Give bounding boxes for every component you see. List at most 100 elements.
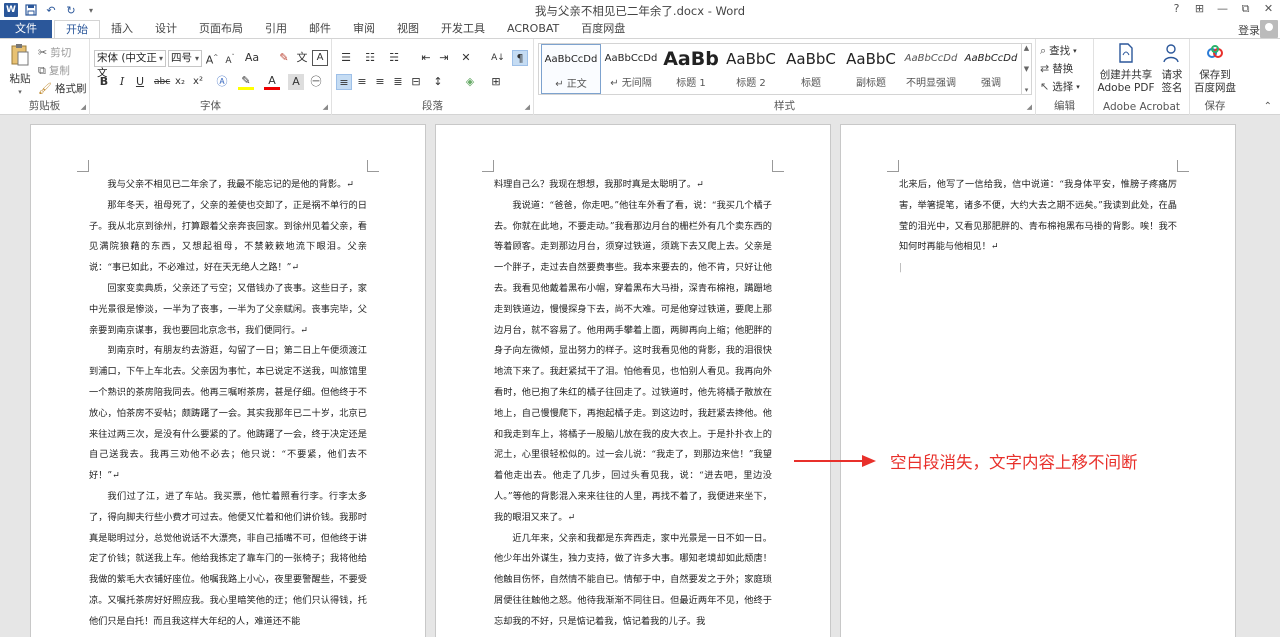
style-no-spacing[interactable]: AaBbCcDd ↵ 无间隔 bbox=[601, 44, 661, 94]
italic-icon[interactable]: I bbox=[114, 74, 130, 90]
chevron-down-icon[interactable]: ▼ bbox=[1024, 65, 1029, 73]
save-baidu-button[interactable]: 保存到 百度网盘 bbox=[1190, 43, 1240, 95]
show-marks-icon[interactable]: ¶ bbox=[512, 50, 528, 66]
align-left-icon[interactable]: ≡ bbox=[336, 74, 352, 90]
tab-developer[interactable]: 开发工具 bbox=[430, 20, 496, 38]
tab-design[interactable]: 设计 bbox=[144, 20, 188, 38]
line-spacing-icon[interactable]: ↕ bbox=[430, 74, 446, 90]
page-1-text[interactable]: 我与父亲不相见已二年余了，我最不能忘记的是他的背影。↵ 那年冬天，祖母死了，父亲… bbox=[89, 175, 367, 633]
tab-layout[interactable]: 页面布局 bbox=[188, 20, 254, 38]
tab-view[interactable]: 视图 bbox=[386, 20, 430, 38]
select-button[interactable]: ↖ 选择 ▾ bbox=[1040, 79, 1080, 94]
cut-button[interactable]: ✂ 剪切 bbox=[38, 45, 71, 60]
ribbon-display-icon[interactable]: ⊞ bbox=[1188, 0, 1211, 20]
highlight-icon[interactable]: ✎ bbox=[238, 74, 254, 90]
align-right-icon[interactable]: ≡ bbox=[372, 74, 388, 90]
paste-button[interactable]: 粘贴 ▾ bbox=[6, 43, 34, 99]
paragraph[interactable]: 我与父亲不相见已二年余了，我最不能忘记的是他的背影。↵ bbox=[89, 175, 367, 196]
paragraph-launcher-icon[interactable]: ◢ bbox=[525, 103, 530, 111]
tab-review[interactable]: 审阅 bbox=[342, 20, 386, 38]
shrink-font-icon[interactable]: Aˇ bbox=[222, 50, 238, 66]
tab-file[interactable]: 文件 bbox=[0, 20, 52, 38]
undo-icon[interactable]: ↶ bbox=[44, 3, 58, 17]
styles-launcher-icon[interactable]: ◢ bbox=[1027, 103, 1032, 111]
paragraph[interactable]: 回家变卖典质，父亲还了亏空；又借钱办了丧事。这些日子，家中光景很是惨淡，一半为了… bbox=[89, 279, 367, 341]
chinese-layout-icon[interactable]: ✕ bbox=[458, 50, 474, 66]
replace-button[interactable]: ⇄ 替换 bbox=[1040, 61, 1073, 76]
tab-acrobat[interactable]: ACROBAT bbox=[496, 20, 570, 38]
restore-button[interactable]: ⧉ bbox=[1234, 0, 1257, 20]
underline-icon[interactable]: U bbox=[132, 74, 148, 90]
char-shading-icon[interactable]: A bbox=[288, 74, 304, 90]
paragraph[interactable]: 料理自己么？我现在想想，我那时真是太聪明了。↵ bbox=[494, 175, 772, 196]
request-signature-button[interactable]: 请求 签名 bbox=[1156, 43, 1188, 95]
justify-icon[interactable]: ≣ bbox=[390, 74, 406, 90]
style-title[interactable]: AaBbC 标题 bbox=[781, 44, 841, 94]
borders-icon[interactable]: ⊞ bbox=[488, 74, 504, 90]
page-3[interactable]: 北来后，他写了一信给我，信中说道：“我身体平安，惟膀子疼痛厉害，举箸提笔，诸多不… bbox=[840, 124, 1236, 637]
copy-button[interactable]: ⧉ 复制 bbox=[38, 63, 70, 78]
font-name-select[interactable]: 宋体 (中文正文 bbox=[94, 50, 166, 79]
subscript-icon[interactable]: x₂ bbox=[172, 74, 188, 90]
font-launcher-icon[interactable]: ◢ bbox=[323, 103, 328, 111]
paragraph[interactable]: 近几年来，父亲和我都是东奔西走，家中光景是一日不如一日。他少年出外谋生，独力支持… bbox=[494, 529, 772, 633]
style-subtitle[interactable]: AaBbC 副标题 bbox=[841, 44, 901, 94]
page-2[interactable]: 料理自己么？我现在想想，我那时真是太聪明了。↵ 我说道：“爸爸，你走吧。”他往车… bbox=[435, 124, 831, 637]
tab-mailings[interactable]: 邮件 bbox=[298, 20, 342, 38]
save-icon[interactable] bbox=[24, 3, 38, 17]
tab-home[interactable]: 开始 bbox=[54, 20, 100, 38]
page-1[interactable]: 我与父亲不相见已二年余了，我最不能忘记的是他的背影。↵ 那年冬天，祖母死了，父亲… bbox=[30, 124, 426, 637]
style-subtle-emphasis[interactable]: AaBbCcDd 不明显强调 bbox=[901, 44, 961, 94]
align-center-icon[interactable]: ≡ bbox=[354, 74, 370, 90]
bold-icon[interactable]: B bbox=[96, 74, 112, 90]
page-3-text[interactable]: 北来后，他写了一信给我，信中说道：“我身体平安，惟膀子疼痛厉害，举箸提笔，诸多不… bbox=[899, 175, 1177, 279]
sort-icon[interactable]: A↓ bbox=[490, 50, 506, 66]
find-button[interactable]: ⌕ 查找 ▾ bbox=[1040, 43, 1077, 58]
superscript-icon[interactable]: x² bbox=[190, 74, 206, 90]
font-size-select[interactable]: 四号 bbox=[168, 50, 202, 67]
paragraph[interactable]: 我们过了江，进了车站。我买票，他忙着照看行李。行李太多了，得向脚夫行些小费才可过… bbox=[89, 487, 367, 633]
phonetic-guide-icon[interactable]: 文 bbox=[294, 50, 310, 66]
grow-font-icon[interactable]: A^ bbox=[204, 50, 220, 67]
tab-references[interactable]: 引用 bbox=[254, 20, 298, 38]
paragraph[interactable]: 北来后，他写了一信给我，信中说道：“我身体平安，惟膀子疼痛厉害，举箸提笔，诸多不… bbox=[899, 175, 1177, 258]
close-button[interactable]: ✕ bbox=[1257, 0, 1280, 20]
page-2-text[interactable]: 料理自己么？我现在想想，我那时真是太聪明了。↵ 我说道：“爸爸，你走吧。”他往车… bbox=[494, 175, 772, 633]
char-border-icon[interactable]: A bbox=[312, 50, 328, 66]
clear-format-icon[interactable]: ✎ bbox=[276, 50, 292, 66]
style-normal[interactable]: AaBbCcDd ↵ 正文 bbox=[541, 44, 601, 94]
strikethrough-icon[interactable]: abc bbox=[154, 74, 170, 90]
paragraph[interactable]: 我说道：“爸爸，你走吧。”他往车外看了看，说：“我买几个橘子去。你就在此地，不要… bbox=[494, 196, 772, 529]
chevron-up-icon[interactable]: ▲ bbox=[1024, 44, 1029, 52]
style-heading-2[interactable]: AaBbC 标题 2 bbox=[721, 44, 781, 94]
styles-scroller[interactable]: ▲ ▼ ▾ bbox=[1022, 43, 1032, 95]
create-pdf-button[interactable]: 创建并共享 Adobe PDF bbox=[1096, 43, 1156, 95]
help-icon[interactable]: ? bbox=[1165, 0, 1188, 20]
change-case-icon[interactable]: Aa bbox=[244, 50, 260, 66]
style-heading-1[interactable]: AaBb 标题 1 bbox=[661, 44, 721, 94]
more-styles-icon[interactable]: ▾ bbox=[1025, 86, 1029, 94]
tab-baidu[interactable]: 百度网盘 bbox=[570, 20, 636, 38]
numbering-icon[interactable]: ☷ bbox=[362, 50, 378, 66]
decrease-indent-icon[interactable]: ⇤ bbox=[418, 50, 434, 66]
multilevel-list-icon[interactable]: ☵ bbox=[386, 50, 402, 66]
redo-icon[interactable]: ↻ bbox=[64, 3, 78, 17]
login-link[interactable]: 登录 bbox=[1238, 22, 1260, 38]
format-painter-button[interactable]: 🖌 格式刷 bbox=[38, 81, 86, 96]
collapse-ribbon-icon[interactable]: ⌃ bbox=[1264, 101, 1272, 112]
tab-insert[interactable]: 插入 bbox=[100, 20, 144, 38]
style-emphasis[interactable]: AaBbCcDd 强调 bbox=[961, 44, 1021, 94]
bullets-icon[interactable]: ☰ bbox=[338, 50, 354, 66]
shading-icon[interactable]: ◈ bbox=[462, 74, 478, 90]
minimize-button[interactable]: — bbox=[1211, 0, 1234, 20]
customize-qat-icon[interactable]: ▾ bbox=[84, 3, 98, 17]
increase-indent-icon[interactable]: ⇥ bbox=[436, 50, 452, 66]
paragraph[interactable]: 那年冬天，祖母死了，父亲的差使也交卸了，正是祸不单行的日子。我从北京到徐州，打算… bbox=[89, 196, 367, 279]
font-color-icon[interactable]: A bbox=[264, 74, 280, 90]
clipboard-launcher-icon[interactable]: ◢ bbox=[81, 103, 86, 111]
document-area[interactable]: 我与父亲不相见已二年余了，我最不能忘记的是他的背影。↵ 那年冬天，祖母死了，父亲… bbox=[0, 116, 1280, 637]
distributed-icon[interactable]: ⊟ bbox=[408, 74, 424, 90]
text-effects-icon[interactable]: Ⓐ bbox=[214, 74, 230, 90]
avatar[interactable] bbox=[1260, 20, 1278, 38]
paragraph[interactable]: 到南京时，有朋友约去游逛，勾留了一日；第二日上午便须渡江到浦口，下午上车北去。父… bbox=[89, 341, 367, 487]
